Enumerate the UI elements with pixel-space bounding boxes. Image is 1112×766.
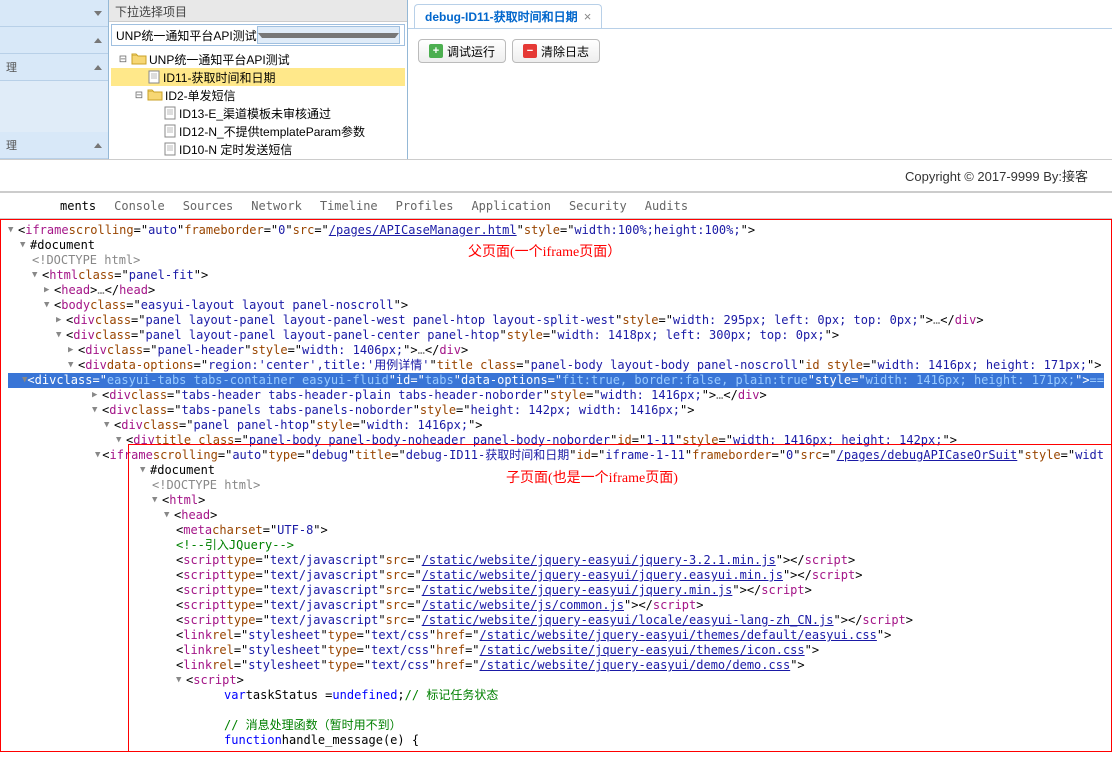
accordion-item-3[interactable]: 理	[0, 132, 108, 159]
file-icon	[163, 142, 177, 156]
tree-label: UNP统一通知平台API测试	[149, 51, 290, 68]
tree-label: ID10-N 定时发送短信	[179, 141, 292, 158]
run-label: 调试运行	[447, 43, 495, 60]
tree-header: 下拉选择项目	[109, 0, 407, 22]
project-select[interactable]: UNP统一通知平台API测试	[111, 24, 405, 46]
clear-log-button[interactable]: − 清除日志	[512, 39, 600, 63]
toggle-icon[interactable]: ⊟	[131, 90, 147, 101]
folder-icon	[131, 52, 147, 66]
file-icon	[163, 124, 177, 138]
tab-title: debug-ID11-获取时间和日期	[425, 8, 578, 25]
chevron-up-icon	[94, 38, 102, 43]
copyright: Copyright © 2017-9999 By:接客	[0, 160, 1112, 191]
devtools-tab-network[interactable]: Network	[251, 199, 302, 213]
tree-label: ID2-单发短信	[165, 87, 236, 104]
annotation-parent: 父页面(一个iframe页面）	[468, 245, 621, 260]
devtools-tab-security[interactable]: Security	[569, 199, 627, 213]
plus-icon: +	[429, 44, 443, 58]
tab-debug[interactable]: debug-ID11-获取时间和日期 ×	[414, 4, 602, 28]
folder-icon	[147, 88, 163, 102]
accordion-item-0[interactable]	[0, 0, 108, 27]
tree-node-0[interactable]: ⊟ UNP统一通知平台API测试	[111, 50, 405, 68]
tree-body: ⊟ UNP统一通知平台API测试ID11-获取时间和日期 ⊟ ID2-单发短信ID13…	[109, 48, 407, 159]
devtools-tab-audits[interactable]: Audits	[645, 199, 688, 213]
tree-label: ID13-E_渠道模板未审核通过	[179, 105, 331, 122]
accordion-item-2[interactable]: 理	[0, 54, 108, 81]
devtools-tab-console[interactable]: Console	[114, 199, 165, 213]
run-debug-button[interactable]: + 调试运行	[418, 39, 506, 63]
devtools-tab-ments[interactable]: ments	[60, 199, 96, 213]
minus-icon: −	[523, 44, 537, 58]
devtools: ments Console Sources Network Timeline Profil…	[0, 191, 1112, 752]
file-icon	[147, 70, 161, 84]
tree-label: ID12-N_不提供templateParam参数	[179, 123, 365, 140]
devtools-tab-profiles[interactable]: Profiles	[396, 199, 454, 213]
chevron-up-icon	[94, 65, 102, 70]
dropdown-arrow-icon	[257, 26, 400, 44]
tree-panel: 下拉选择项目 UNP统一通知平台API测试 ⊟UNP统一通知平台API测试ID1…	[108, 0, 408, 159]
devtools-tab-sources[interactable]: Sources	[183, 199, 234, 213]
chevron-down-icon	[94, 11, 102, 16]
close-icon[interactable]: ×	[584, 9, 592, 24]
devtools-tabs: ments Console Sources Network Timeline Profil…	[0, 193, 1112, 219]
project-select-value: UNP统一通知平台API测试	[116, 27, 257, 44]
left-accordion: 理 理	[0, 0, 108, 159]
annotation-child: 子页面(也是一个iframe页面)	[506, 471, 678, 486]
dom-tree[interactable]: ▼<iframe scrolling="auto" frameborder="0…	[0, 219, 1112, 752]
tree-node-5[interactable]: ID10-N 定时发送短信	[111, 140, 405, 158]
tree-node-3[interactable]: ID13-E_渠道模板未审核通过	[111, 104, 405, 122]
devtools-tab-timeline[interactable]: Timeline	[320, 199, 378, 213]
devtools-tab-application[interactable]: Application	[471, 199, 550, 213]
main-panel: debug-ID11-获取时间和日期 × + 调试运行 − 清除日志	[408, 0, 1112, 159]
clear-label: 清除日志	[541, 43, 589, 60]
tree-node-1[interactable]: ID11-获取时间和日期	[111, 68, 405, 86]
tree-node-4[interactable]: ID12-N_不提供templateParam参数	[111, 122, 405, 140]
chevron-up-icon	[94, 143, 102, 148]
tabs-bar: debug-ID11-获取时间和日期 ×	[408, 0, 1112, 28]
tree-label: ID11-获取时间和日期	[163, 69, 275, 86]
tree-node-2[interactable]: ⊟ ID2-单发短信	[111, 86, 405, 104]
file-icon	[163, 106, 177, 120]
toggle-icon[interactable]: ⊟	[115, 54, 131, 65]
accordion-item-1[interactable]	[0, 27, 108, 54]
